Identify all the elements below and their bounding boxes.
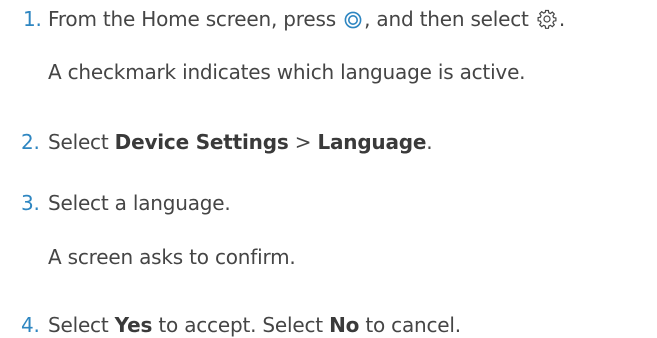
step-number: 1. bbox=[23, 7, 42, 31]
menu-button-icon bbox=[344, 9, 362, 35]
step-number: 2. bbox=[21, 130, 40, 154]
step-text: Select Device Settings > Language. bbox=[48, 130, 433, 154]
option-no: No bbox=[329, 313, 360, 337]
step-4: 4. Select Yes to accept. Select No to can… bbox=[0, 312, 461, 338]
step-number: 4. bbox=[21, 313, 40, 337]
step-text: From the Home screen, press , and then s… bbox=[48, 6, 565, 35]
menu-path-device-settings: Device Settings bbox=[114, 130, 289, 154]
step-1: 1. From the Home screen, press , and then… bbox=[0, 6, 565, 35]
gear-icon bbox=[537, 9, 557, 35]
step-2: 2. Select Device Settings > Language. bbox=[0, 129, 433, 155]
step-1-note: A checkmark indicates which language is … bbox=[48, 60, 526, 84]
option-yes: Yes bbox=[114, 313, 153, 337]
step-3-note: A screen asks to confirm. bbox=[48, 245, 296, 269]
step-text: Select Yes to accept. Select No to cance… bbox=[48, 313, 461, 337]
step-3: 3. Select a language. bbox=[0, 190, 231, 216]
step-text: Select a language. bbox=[48, 191, 231, 215]
step-number: 3. bbox=[21, 191, 40, 215]
menu-path-language: Language bbox=[317, 130, 427, 154]
